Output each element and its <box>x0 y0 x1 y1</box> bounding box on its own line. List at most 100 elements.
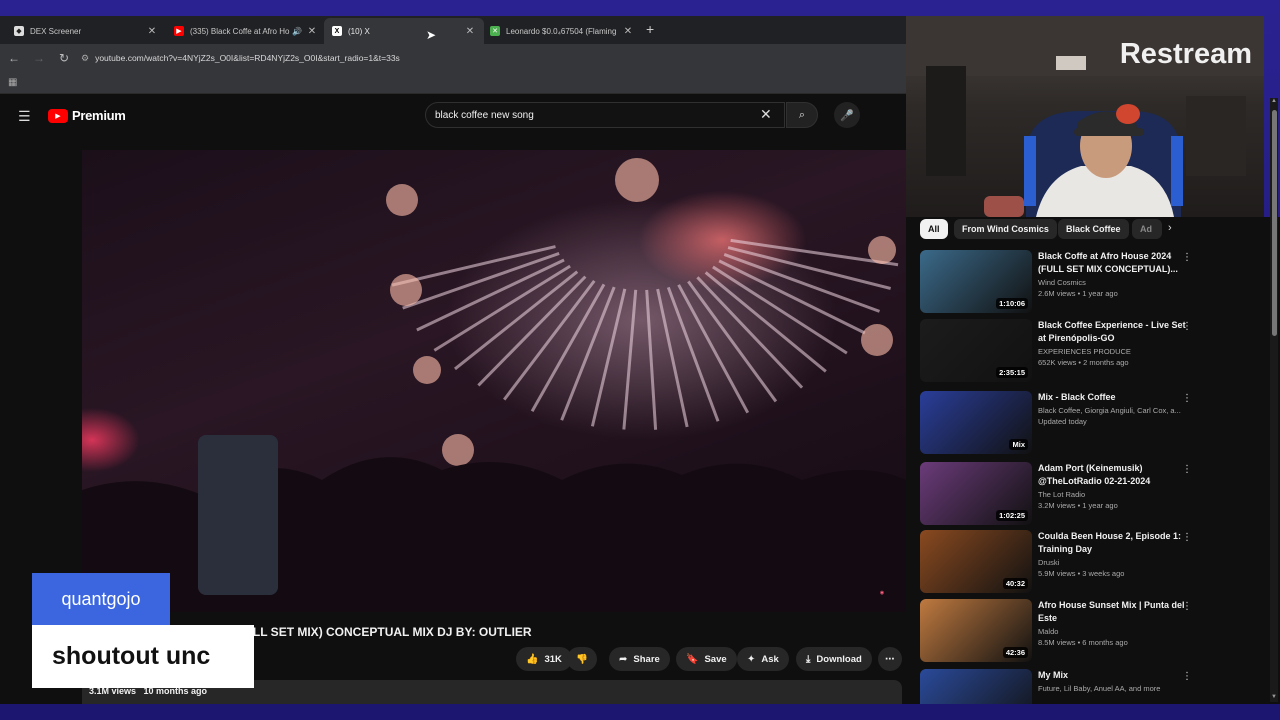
video-player[interactable]: ◉ <box>82 150 906 612</box>
close-icon[interactable]: ✕ <box>146 26 158 37</box>
light-beam <box>454 270 579 371</box>
recommendation-item[interactable]: 2:35:15 Black Coffee Experience - Live Se… <box>920 319 1260 383</box>
ask-button[interactable]: ✦ Ask <box>737 647 789 671</box>
recommendation-title[interactable]: Black Coffee Experience - Live Set at Pi… <box>1038 319 1186 345</box>
save-label: Save <box>704 653 727 665</box>
save-button[interactable]: 🔖 Save <box>676 647 737 671</box>
close-icon[interactable]: ✕ <box>464 26 476 37</box>
duration-badge: 42:36 <box>1002 647 1028 658</box>
more-actions-button[interactable]: ⋯ <box>878 647 902 671</box>
site-info-icon[interactable]: ⚙ <box>81 53 89 64</box>
new-tab-icon[interactable]: + <box>646 21 660 37</box>
video-info: My Mix Future, Lil Baby, Anuel AA, and mo… <box>1038 669 1186 693</box>
chat-overlay-message: shoutout unc <box>32 625 254 688</box>
close-icon[interactable]: ✕ <box>622 26 634 37</box>
chip-black-coffee[interactable]: Black Coffee <box>1058 219 1129 239</box>
more-vertical-icon[interactable]: ⋮ <box>1182 321 1192 332</box>
video-thumbnail[interactable]: 1:10:06 <box>920 250 1032 313</box>
channel-name[interactable]: Black Coffee, Giorgia Angiuli, Carl Cox,… <box>1038 406 1186 415</box>
video-thumbnail[interactable]: 2:35:15 <box>920 319 1032 382</box>
light-beam <box>727 246 892 290</box>
video-thumbnail[interactable]: 1:02:25 <box>920 462 1032 525</box>
recommendation-title[interactable]: Black Coffe at Afro House 2024 (FULL SET… <box>1038 250 1186 276</box>
more-vertical-icon[interactable]: ⋮ <box>1182 532 1192 543</box>
recommendation-title[interactable]: Afro House Sunset Mix | Punta del Este <box>1038 599 1186 625</box>
tab-x[interactable]: X (10) X ✕ <box>324 18 484 44</box>
scroll-up-icon[interactable]: ▲ <box>1271 98 1277 104</box>
clear-search-icon[interactable]: ✕ <box>760 106 772 123</box>
video-info: Adam Port (Keinemusik) @TheLotRadio 02-2… <box>1038 462 1186 510</box>
tab-dex-screener[interactable]: ◆ DEX Screener ✕ <box>6 18 166 44</box>
video-thumbnail[interactable]: Mix <box>920 391 1032 454</box>
recommendation-title[interactable]: Coulda Been House 2, Episode 1: Training… <box>1038 530 1186 556</box>
youtube-icon: ▶ <box>174 26 184 36</box>
like-button[interactable]: 👍 31K <box>516 647 572 671</box>
video-thumbnail[interactable]: 40:32 <box>920 530 1032 593</box>
youtube-premium-logo[interactable]: ▶ Premium <box>48 108 126 123</box>
chip-from-channel[interactable]: From Wind Cosmics <box>954 219 1057 239</box>
video-info: Afro House Sunset Mix | Punta del Este Ma… <box>1038 599 1186 647</box>
recommendation-title[interactable]: Adam Port (Keinemusik) @TheLotRadio 02-2… <box>1038 462 1186 488</box>
green-x-icon: ✕ <box>490 26 500 36</box>
channel-name[interactable]: The Lot Radio <box>1038 490 1186 499</box>
recommendation-item[interactable]: My Mix Future, Lil Baby, Anuel AA, and mo… <box>920 669 1260 704</box>
more-vertical-icon[interactable]: ⋮ <box>1182 671 1192 682</box>
search-query: black coffee new song <box>435 109 534 121</box>
address-bar[interactable]: ⚙ youtube.com/watch?v=4NYjZ2s_O0I&list=R… <box>81 53 400 64</box>
forward-icon[interactable]: → <box>28 51 50 65</box>
download-button[interactable]: ⤓ Download <box>796 647 872 671</box>
search-button[interactable]: ⌕ <box>786 102 818 128</box>
channel-name[interactable]: Wind Cosmics <box>1038 278 1186 287</box>
stage-light <box>413 356 441 384</box>
chip-more[interactable]: Ad <box>1132 219 1162 239</box>
channel-name[interactable]: Druski <box>1038 558 1186 567</box>
scrollbar-thumb[interactable] <box>1272 110 1277 336</box>
like-count: 31K <box>544 653 562 665</box>
video-thumbnail[interactable] <box>920 669 1032 704</box>
x-icon: X <box>332 26 342 36</box>
channel-name[interactable]: EXPERIENCES PRODUCE <box>1038 347 1186 356</box>
scroll-down-icon[interactable]: ▼ <box>1271 694 1277 700</box>
duration-badge: 40:32 <box>1002 578 1028 589</box>
search-input[interactable]: black coffee new song <box>425 102 785 128</box>
light-beam <box>590 288 627 427</box>
channel-name[interactable]: Maldo <box>1038 627 1186 636</box>
reload-icon[interactable]: ↻ <box>53 51 75 65</box>
close-icon[interactable]: ✕ <box>306 26 318 37</box>
recommendation-item[interactable]: 1:02:25 Adam Port (Keinemusik) @TheLotRad… <box>920 462 1260 526</box>
browser-toolbar: ← → ↻ ⚙ youtube.com/watch?v=4NYjZ2s_O0I&… <box>0 44 906 72</box>
light-beam <box>645 289 658 430</box>
duration-badge: 2:35:15 <box>996 367 1028 378</box>
recommendation-item[interactable]: 1:10:06 Black Coffe at Afro House 2024 (F… <box>920 250 1260 314</box>
chip-all[interactable]: All <box>920 219 948 239</box>
more-vertical-icon[interactable]: ⋮ <box>1182 601 1192 612</box>
channel-watermark-icon[interactable]: ◉ <box>870 584 894 602</box>
recommendation-item[interactable]: 40:32 Coulda Been House 2, Episode 1: Tra… <box>920 530 1260 594</box>
tab-youtube[interactable]: ▶ (335) Black Coffe at Afro Ho 🔊 ✕ <box>166 18 326 44</box>
dislike-button[interactable]: 👎 <box>567 647 597 671</box>
chevron-right-icon[interactable]: › <box>1168 222 1172 234</box>
video-thumbnail[interactable]: 42:36 <box>920 599 1032 662</box>
stream-frame: ◆ DEX Screener ✕ ▶ (335) Black Coffe at … <box>0 0 1280 720</box>
video-meta: 3.2M views • 1 year ago <box>1038 501 1118 510</box>
recommendation-item[interactable]: Mix Mix - Black Coffee Black Coffee, Giorg… <box>920 391 1260 455</box>
recommendation-item[interactable]: 42:36 Afro House Sunset Mix | Punta del E… <box>920 599 1260 663</box>
recommendation-title[interactable]: Mix - Black Coffee <box>1038 391 1186 404</box>
more-vertical-icon[interactable]: ⋮ <box>1182 464 1192 475</box>
tab-leonardo[interactable]: ✕ Leonardo $0.0₄67504 (Flaming ✕ <box>482 18 642 44</box>
tab-title: DEX Screener <box>30 26 82 36</box>
download-icon: ⤓ <box>806 653 811 665</box>
apps-grid-icon[interactable]: ▦ <box>8 77 17 88</box>
hamburger-menu-icon[interactable]: ☰ <box>18 108 31 125</box>
more-vertical-icon[interactable]: ⋮ <box>1182 252 1192 263</box>
voice-search-button[interactable]: 🎤 <box>834 102 860 128</box>
speaker-icon[interactable]: 🔊 <box>292 27 302 36</box>
share-label: Share <box>633 653 660 665</box>
thumbs-down-icon: 👎 <box>576 653 588 665</box>
recommendation-title[interactable]: My Mix <box>1038 669 1186 682</box>
channel-name[interactable]: Future, Lil Baby, Anuel AA, and more <box>1038 684 1186 693</box>
restream-logo: Restream <box>1119 38 1252 70</box>
share-button[interactable]: ➦ Share <box>609 647 670 671</box>
back-icon[interactable]: ← <box>3 51 25 65</box>
more-vertical-icon[interactable]: ⋮ <box>1182 393 1192 404</box>
